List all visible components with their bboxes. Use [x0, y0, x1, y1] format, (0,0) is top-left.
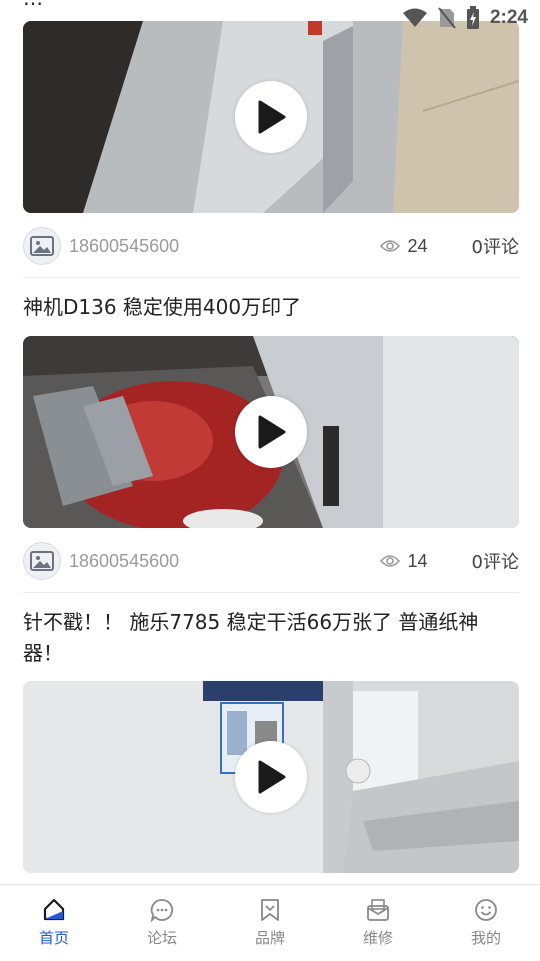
tab-profile-label: 我的: [470, 929, 501, 947]
play-button[interactable]: [235, 396, 307, 468]
view-count: 24: [379, 235, 428, 257]
post-meta-1: 18600545600 24 0评论: [23, 226, 519, 266]
avatar[interactable]: [23, 542, 61, 580]
image-placeholder-icon: [30, 551, 54, 571]
tab-home-label: 首页: [38, 929, 69, 947]
post-title[interactable]: 针不戳！！ 施乐7785 稳定干活66万张了 普通纸神器！: [23, 607, 503, 669]
image-placeholder-icon: [30, 236, 54, 256]
divider: [23, 277, 519, 278]
play-icon: [258, 100, 286, 134]
view-count: 14: [379, 550, 428, 572]
chat-bubble-icon: [150, 899, 174, 923]
view-count-value: 24: [407, 235, 428, 256]
divider: [23, 592, 519, 593]
author-name[interactable]: 18600545600: [69, 236, 179, 257]
eye-icon: [379, 555, 400, 567]
video-thumbnail-2[interactable]: [23, 336, 519, 528]
no-sim-icon: [438, 7, 456, 29]
avatar[interactable]: [23, 227, 61, 265]
video-thumbnail-3[interactable]: [23, 681, 519, 873]
wifi-icon: [402, 8, 427, 27]
home-icon: [43, 898, 65, 921]
post-title[interactable]: 神机D136 稳定使用400万印了: [23, 292, 503, 323]
play-icon: [258, 415, 286, 449]
tab-profile[interactable]: 我的: [432, 885, 540, 961]
comment-count[interactable]: 0评论: [472, 548, 519, 574]
battery-charging-icon: [466, 6, 479, 29]
post-meta-2: 18600545600 14 0评论: [23, 541, 519, 581]
play-icon: [258, 760, 286, 794]
tab-forum-label: 论坛: [146, 929, 177, 947]
tab-home[interactable]: 首页: [0, 885, 108, 961]
tab-brand-label: 品牌: [254, 929, 285, 947]
mail-box-icon: [367, 899, 389, 921]
status-bar: 2:24: [0, 0, 540, 36]
author-name[interactable]: 18600545600: [69, 551, 179, 572]
tab-brand[interactable]: 品牌: [216, 885, 324, 961]
video-thumbnail-1[interactable]: [23, 21, 519, 213]
bookmark-icon: [261, 899, 279, 921]
smiley-icon: [475, 899, 497, 921]
eye-icon: [379, 240, 400, 252]
tab-forum[interactable]: 论坛: [108, 885, 216, 961]
view-count-value: 14: [407, 550, 428, 571]
status-time: 2:24: [489, 7, 528, 28]
tab-repair[interactable]: 维修: [324, 885, 432, 961]
tab-repair-label: 维修: [362, 929, 393, 947]
play-button[interactable]: [235, 81, 307, 153]
comment-count[interactable]: 0评论: [472, 233, 519, 259]
play-button[interactable]: [235, 741, 307, 813]
bottom-tab-bar: 首页 论坛 品牌 维修 我的: [0, 884, 540, 961]
